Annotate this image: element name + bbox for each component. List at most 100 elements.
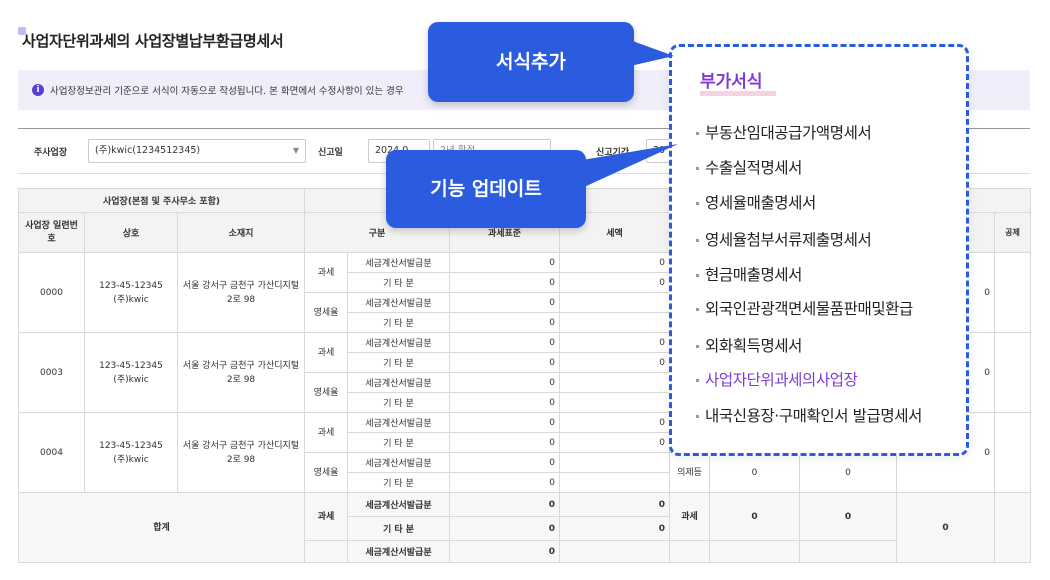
cell-value[interactable]: 0	[709, 452, 800, 493]
popup-item-export-record[interactable]: 수출실적명세서	[696, 156, 802, 178]
cell-address: 서울 강서구 금천구 가산디지털2로 98	[177, 332, 305, 413]
popup-item-tourist-refund[interactable]: 외국인관광객면세물품판매및환급	[696, 297, 913, 319]
popup-item-zero-rate-sales[interactable]: 영세율매출명세서	[696, 191, 816, 213]
business-select[interactable]: (주)kwic(1234512345) ▼	[88, 139, 306, 163]
bullet-icon	[696, 415, 699, 418]
cell-blank	[994, 492, 1031, 563]
cell-value[interactable]: 0	[449, 392, 560, 413]
cell-type-taxable: 과세	[304, 332, 348, 373]
feature-update-callout: 기능 업데이트	[386, 150, 586, 228]
cell-value[interactable]: 0	[449, 292, 560, 313]
cell-invoice-label: 세금계산서발급분	[347, 452, 450, 473]
total-row: 합계 과세 세금계산서발급분 0 0 과세 0 0 0	[18, 492, 1031, 563]
cell-total-value: 0	[709, 492, 800, 541]
cell-blank	[559, 372, 670, 393]
bullet-icon	[696, 239, 699, 242]
cell-type-taxable: 과세	[669, 492, 710, 541]
popup-item-label: 영세율첨부서류제출명세서	[705, 231, 872, 249]
popup-item-unit-taxation[interactable]: 사업자단위과세의사업장	[696, 368, 858, 390]
cell-total-value: 0	[449, 516, 560, 541]
info-text: 사업장정보관리 기준으로 서식이 자동으로 작성됩니다. 본 화면에서 수정사항…	[50, 86, 404, 97]
header-business-group: 사업장(본점 및 주사무소 포함)	[18, 188, 305, 213]
cell-total-value: 0	[799, 492, 897, 541]
cell-invoice-label: 세금계산서발급분	[347, 332, 450, 353]
cell-serial: 0003	[18, 332, 85, 413]
popup-item-label: 부동산임대공급가액명세서	[705, 124, 872, 142]
cell-value[interactable]: 0	[559, 332, 670, 353]
cell-total-side: 0	[896, 492, 995, 563]
popup-item-zero-rate-documents[interactable]: 영세율첨부서류제출명세서	[696, 228, 872, 250]
popup-item-cash-sales[interactable]: 현금매출명세서	[696, 263, 802, 285]
cell-name: 123-45-12345 (주)kwic	[84, 332, 178, 413]
popup-item-label: 수출실적명세서	[705, 159, 803, 177]
cell-blank	[994, 332, 1031, 413]
bullet-icon	[696, 132, 699, 135]
cell-other-label: 기 타 분	[347, 472, 450, 493]
bullet-icon	[696, 308, 699, 311]
feature-update-callout-tail	[582, 144, 678, 188]
cell-blank	[994, 252, 1031, 333]
cell-invoice-label: 세금계산서발급분	[347, 412, 450, 433]
cell-value[interactable]: 0	[449, 372, 560, 393]
cell-invoice-label: 세금계산서발급분	[347, 372, 450, 393]
cell-type-zero	[304, 540, 348, 563]
popup-item-foreign-currency[interactable]: 외화획득명세서	[696, 334, 802, 356]
business-select-value: (주)kwic(1234512345)	[95, 145, 201, 156]
cell-type-taxable: 과세	[304, 252, 348, 293]
cell-other-label: 기 타 분	[347, 352, 450, 373]
cell-value[interactable]: 0	[449, 472, 560, 493]
info-icon: i	[32, 84, 44, 96]
cell-blank	[559, 472, 670, 493]
popup-title: 부가서식	[700, 72, 763, 92]
cell-serial: 0004	[18, 412, 85, 493]
header-address: 소재지	[177, 212, 305, 253]
cell-other-label: 기 타 분	[347, 516, 450, 541]
cell-serial: 0000	[18, 252, 85, 333]
cell-value[interactable]: 0	[559, 432, 670, 453]
cell-blank	[559, 452, 670, 473]
header-serial: 사업장 일련번호	[18, 212, 85, 253]
cell-blank	[559, 540, 670, 563]
cell-other-label: 기 타 분	[347, 272, 450, 293]
popup-item-label: 현금매출명세서	[705, 266, 803, 284]
cell-invoice-label: 세금계산서발급분	[347, 292, 450, 313]
cell-value[interactable]: 0	[449, 252, 560, 273]
cell-value[interactable]: 0	[449, 312, 560, 333]
cell-total-value: 0	[559, 516, 670, 541]
cell-value[interactable]: 0	[559, 352, 670, 373]
cell-invoice-label: 세금계산서발급분	[347, 540, 450, 563]
popup-item-label: 외화획득명세서	[705, 337, 803, 355]
cell-invoice-label: 세금계산서발급분	[347, 252, 450, 273]
chevron-down-icon: ▼	[292, 146, 299, 155]
popup-item-rental-supply[interactable]: 부동산임대공급가액명세서	[696, 121, 872, 143]
cell-other-label: 기 타 분	[347, 312, 450, 333]
cell-value[interactable]: 0	[559, 412, 670, 433]
cell-value[interactable]: 0	[799, 452, 897, 493]
cell-value[interactable]: 0	[449, 432, 560, 453]
cell-type-taxable: 과세	[304, 492, 348, 541]
popup-item-local-credit[interactable]: 내국신용장·구매확인서 발급명세서	[696, 404, 922, 426]
cell-blank	[559, 292, 670, 313]
cell-type-taxable: 과세	[304, 412, 348, 453]
extra-forms-popup: 부가서식 부동산임대공급가액명세서 수출실적명세서 영세율매출명세서 영세율첨부…	[669, 44, 969, 456]
cell-value[interactable]: 0	[449, 452, 560, 473]
report-date-label: 신고일	[318, 148, 343, 158]
cell-value[interactable]: 0	[449, 412, 560, 433]
cell-type-zero: 영세율	[304, 372, 348, 413]
cell-total-label: 합계	[18, 492, 305, 563]
cell-blank	[709, 540, 800, 563]
add-form-callout-tail	[630, 40, 674, 66]
cell-address: 서울 강서구 금천구 가산디지털2로 98	[177, 252, 305, 333]
cell-value[interactable]: 0	[449, 352, 560, 373]
cell-value[interactable]: 0	[449, 272, 560, 293]
cell-value[interactable]: 0	[559, 272, 670, 293]
cell-value[interactable]: 0	[449, 332, 560, 353]
popup-item-label: 영세율매출명세서	[705, 194, 816, 212]
business-label: 주사업장	[34, 148, 68, 158]
bullet-icon	[696, 345, 699, 348]
header-right-edge: 공제	[994, 212, 1031, 253]
cell-address: 서울 강서구 금천구 가산디지털2로 98	[177, 412, 305, 493]
cell-value[interactable]: 0	[559, 252, 670, 273]
add-form-callout: 서식추가	[428, 22, 634, 102]
cell-invoice-label: 세금계산서발급분	[347, 492, 450, 517]
